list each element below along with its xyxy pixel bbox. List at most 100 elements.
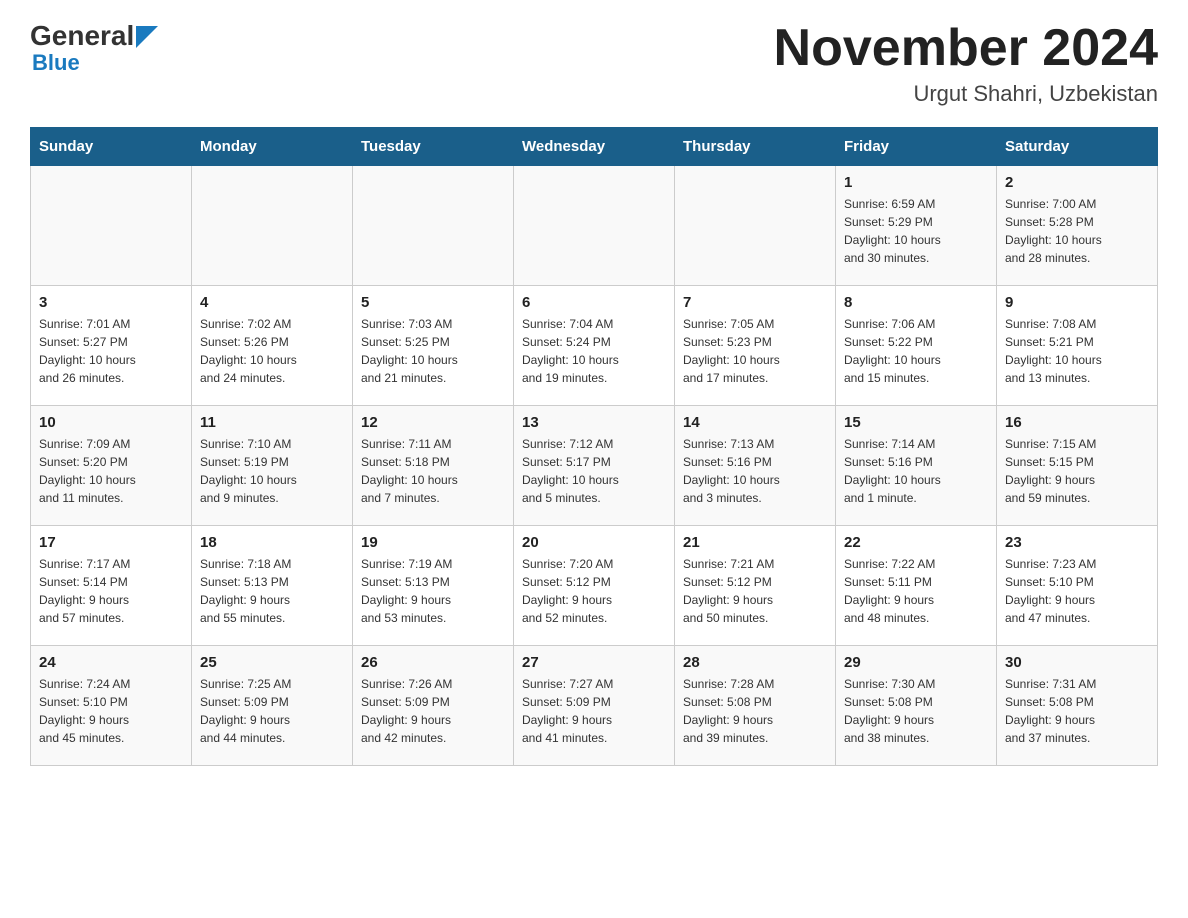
month-title: November 2024 [774, 20, 1158, 77]
day-info: Sunrise: 7:28 AMSunset: 5:08 PMDaylight:… [683, 675, 827, 747]
day-number: 11 [200, 414, 344, 431]
calendar-day-28: 28 Sunrise: 7:28 AMSunset: 5:08 PMDayligh… [675, 646, 836, 766]
calendar-day-22: 22 Sunrise: 7:22 AMSunset: 5:11 PMDayligh… [836, 526, 997, 646]
day-number: 13 [522, 414, 666, 431]
day-info: Sunrise: 7:22 AMSunset: 5:11 PMDaylight:… [844, 555, 988, 627]
header-day-saturday: Saturday [997, 128, 1158, 166]
header-day-wednesday: Wednesday [514, 128, 675, 166]
day-info: Sunrise: 7:24 AMSunset: 5:10 PMDaylight:… [39, 675, 183, 747]
calendar-empty-cell [353, 166, 514, 286]
day-info: Sunrise: 7:06 AMSunset: 5:22 PMDaylight:… [844, 315, 988, 387]
calendar-table: SundayMondayTuesdayWednesdayThursdayFrid… [30, 127, 1158, 766]
logo-blue-text: Blue [32, 50, 80, 76]
calendar-week-row: 24 Sunrise: 7:24 AMSunset: 5:10 PMDayligh… [31, 646, 1158, 766]
calendar-day-9: 9Sunrise: 7:08 AMSunset: 5:21 PMDaylight… [997, 286, 1158, 406]
header-day-friday: Friday [836, 128, 997, 166]
calendar-day-23: 23Sunrise: 7:23 AMSunset: 5:10 PMDayligh… [997, 526, 1158, 646]
calendar-empty-cell [31, 166, 192, 286]
calendar-day-19: 19Sunrise: 7:19 AMSunset: 5:13 PMDayligh… [353, 526, 514, 646]
calendar-day-7: 7 Sunrise: 7:05 AMSunset: 5:23 PMDaylight… [675, 286, 836, 406]
day-info: Sunrise: 7:17 AMSunset: 5:14 PMDaylight:… [39, 555, 183, 627]
day-number: 4 [200, 294, 344, 311]
calendar-day-18: 18Sunrise: 7:18 AMSunset: 5:13 PMDayligh… [192, 526, 353, 646]
day-info: Sunrise: 7:09 AMSunset: 5:20 PMDaylight:… [39, 435, 183, 507]
day-number: 20 [522, 534, 666, 551]
day-info: Sunrise: 7:26 AMSunset: 5:09 PMDaylight:… [361, 675, 505, 747]
calendar-day-15: 15 Sunrise: 7:14 AMSunset: 5:16 PMDayligh… [836, 406, 997, 526]
logo-area: General Blue [30, 20, 158, 76]
day-number: 15 [844, 414, 988, 431]
calendar-day-21: 21 Sunrise: 7:21 AMSunset: 5:12 PMDayligh… [675, 526, 836, 646]
day-number: 24 [39, 654, 183, 671]
calendar-day-1: 1Sunrise: 6:59 AMSunset: 5:29 PMDaylight… [836, 166, 997, 286]
calendar-day-2: 2Sunrise: 7:00 AMSunset: 5:28 PMDaylight… [997, 166, 1158, 286]
day-info: Sunrise: 7:27 AMSunset: 5:09 PMDaylight:… [522, 675, 666, 747]
calendar-week-row: 3 Sunrise: 7:01 AMSunset: 5:27 PMDaylight… [31, 286, 1158, 406]
calendar-day-6: 6 Sunrise: 7:04 AMSunset: 5:24 PMDaylight… [514, 286, 675, 406]
day-info: Sunrise: 7:23 AMSunset: 5:10 PMDaylight:… [1005, 555, 1149, 627]
day-info: Sunrise: 7:03 AMSunset: 5:25 PMDaylight:… [361, 315, 505, 387]
day-info: Sunrise: 7:00 AMSunset: 5:28 PMDaylight:… [1005, 195, 1149, 267]
calendar-header-row: SundayMondayTuesdayWednesdayThursdayFrid… [31, 128, 1158, 166]
day-info: Sunrise: 7:05 AMSunset: 5:23 PMDaylight:… [683, 315, 827, 387]
calendar-day-25: 25 Sunrise: 7:25 AMSunset: 5:09 PMDayligh… [192, 646, 353, 766]
day-info: Sunrise: 7:04 AMSunset: 5:24 PMDaylight:… [522, 315, 666, 387]
day-info: Sunrise: 7:11 AMSunset: 5:18 PMDaylight:… [361, 435, 505, 507]
calendar-day-10: 10 Sunrise: 7:09 AMSunset: 5:20 PMDayligh… [31, 406, 192, 526]
day-info: Sunrise: 7:31 AMSunset: 5:08 PMDaylight:… [1005, 675, 1149, 747]
calendar-day-27: 27 Sunrise: 7:27 AMSunset: 5:09 PMDayligh… [514, 646, 675, 766]
calendar-day-14: 14 Sunrise: 7:13 AMSunset: 5:16 PMDayligh… [675, 406, 836, 526]
day-number: 12 [361, 414, 505, 431]
day-number: 8 [844, 294, 988, 311]
calendar-day-29: 29Sunrise: 7:30 AMSunset: 5:08 PMDayligh… [836, 646, 997, 766]
header-day-thursday: Thursday [675, 128, 836, 166]
logo-general-text: General [30, 20, 134, 52]
calendar-empty-cell [675, 166, 836, 286]
day-info: Sunrise: 7:02 AMSunset: 5:26 PMDaylight:… [200, 315, 344, 387]
day-number: 21 [683, 534, 827, 551]
calendar-day-20: 20 Sunrise: 7:20 AMSunset: 5:12 PMDayligh… [514, 526, 675, 646]
header-day-monday: Monday [192, 128, 353, 166]
day-number: 18 [200, 534, 344, 551]
day-info: Sunrise: 7:15 AMSunset: 5:15 PMDaylight:… [1005, 435, 1149, 507]
day-info: Sunrise: 7:19 AMSunset: 5:13 PMDaylight:… [361, 555, 505, 627]
day-number: 22 [844, 534, 988, 551]
day-number: 7 [683, 294, 827, 311]
calendar-week-row: 10 Sunrise: 7:09 AMSunset: 5:20 PMDayligh… [31, 406, 1158, 526]
day-info: Sunrise: 7:20 AMSunset: 5:12 PMDaylight:… [522, 555, 666, 627]
calendar-day-26: 26 Sunrise: 7:26 AMSunset: 5:09 PMDayligh… [353, 646, 514, 766]
calendar-day-12: 12 Sunrise: 7:11 AMSunset: 5:18 PMDayligh… [353, 406, 514, 526]
day-number: 1 [844, 174, 988, 191]
day-info: Sunrise: 7:14 AMSunset: 5:16 PMDaylight:… [844, 435, 988, 507]
day-number: 6 [522, 294, 666, 311]
day-number: 25 [200, 654, 344, 671]
day-info: Sunrise: 7:12 AMSunset: 5:17 PMDaylight:… [522, 435, 666, 507]
day-number: 16 [1005, 414, 1149, 431]
day-number: 28 [683, 654, 827, 671]
calendar-day-11: 11 Sunrise: 7:10 AMSunset: 5:19 PMDayligh… [192, 406, 353, 526]
day-number: 14 [683, 414, 827, 431]
day-number: 3 [39, 294, 183, 311]
location-title: Urgut Shahri, Uzbekistan [774, 81, 1158, 107]
day-info: Sunrise: 7:01 AMSunset: 5:27 PMDaylight:… [39, 315, 183, 387]
day-number: 26 [361, 654, 505, 671]
title-area: November 2024 Urgut Shahri, Uzbekistan [774, 20, 1158, 107]
calendar-day-4: 4 Sunrise: 7:02 AMSunset: 5:26 PMDaylight… [192, 286, 353, 406]
header-day-tuesday: Tuesday [353, 128, 514, 166]
calendar-week-row: 1Sunrise: 6:59 AMSunset: 5:29 PMDaylight… [31, 166, 1158, 286]
calendar-day-13: 13 Sunrise: 7:12 AMSunset: 5:17 PMDayligh… [514, 406, 675, 526]
day-info: Sunrise: 7:10 AMSunset: 5:19 PMDaylight:… [200, 435, 344, 507]
day-number: 30 [1005, 654, 1149, 671]
calendar-day-3: 3 Sunrise: 7:01 AMSunset: 5:27 PMDaylight… [31, 286, 192, 406]
day-number: 10 [39, 414, 183, 431]
calendar-day-5: 5Sunrise: 7:03 AMSunset: 5:25 PMDaylight… [353, 286, 514, 406]
calendar-empty-cell [514, 166, 675, 286]
calendar-day-8: 8 Sunrise: 7:06 AMSunset: 5:22 PMDaylight… [836, 286, 997, 406]
day-number: 17 [39, 534, 183, 551]
day-number: 27 [522, 654, 666, 671]
calendar-day-17: 17 Sunrise: 7:17 AMSunset: 5:14 PMDayligh… [31, 526, 192, 646]
day-info: Sunrise: 7:13 AMSunset: 5:16 PMDaylight:… [683, 435, 827, 507]
day-info: Sunrise: 7:21 AMSunset: 5:12 PMDaylight:… [683, 555, 827, 627]
day-number: 9 [1005, 294, 1149, 311]
day-info: Sunrise: 7:25 AMSunset: 5:09 PMDaylight:… [200, 675, 344, 747]
